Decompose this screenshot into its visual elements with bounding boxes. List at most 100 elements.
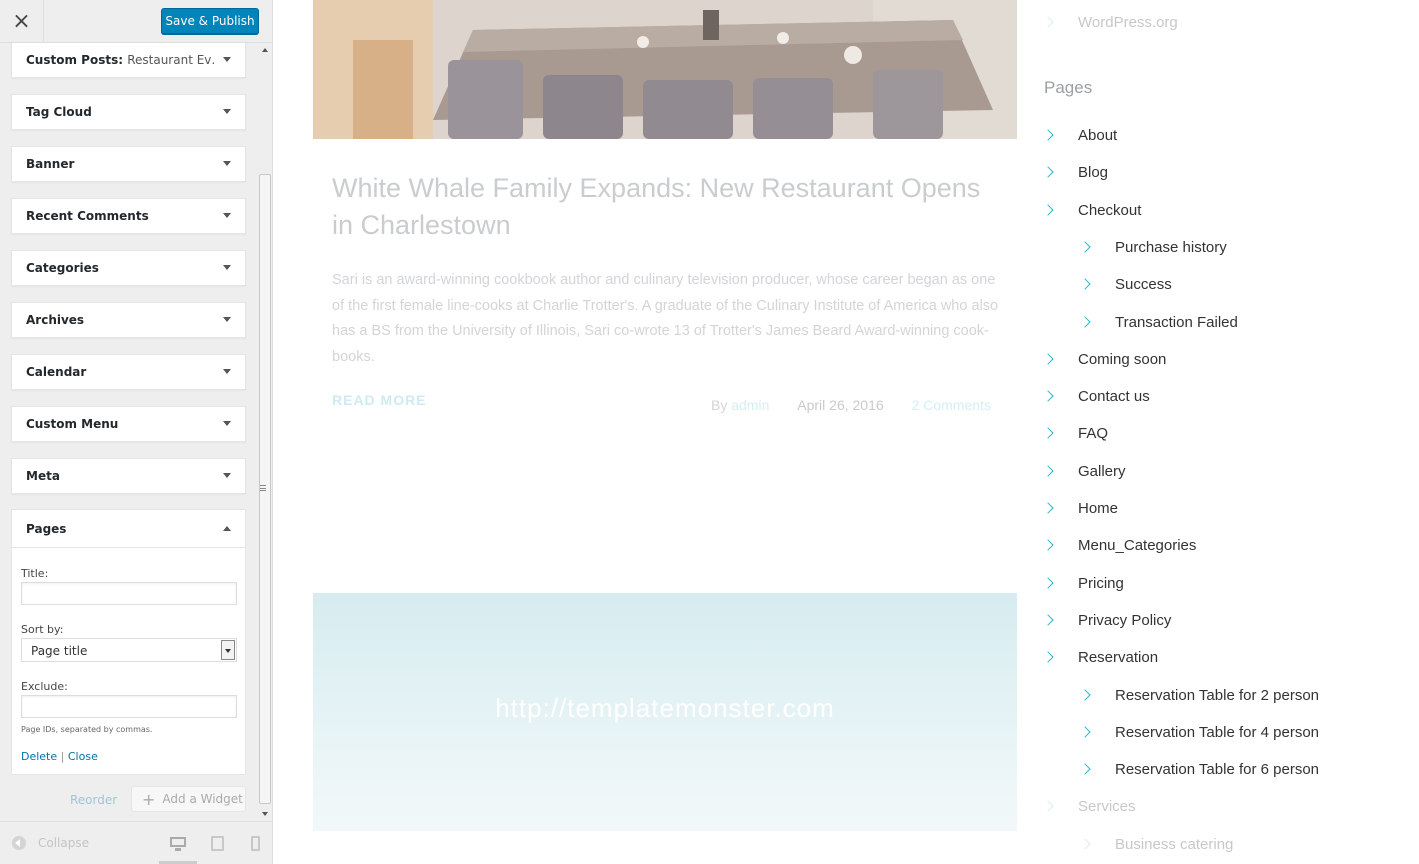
- page-link-label: Menu_Categories: [1078, 536, 1197, 554]
- scroll-down-icon[interactable]: [262, 812, 268, 816]
- page-link-label: Coming soon: [1078, 350, 1167, 368]
- save-publish-button[interactable]: Save & Publish: [161, 8, 259, 34]
- widget-banner[interactable]: Banner: [11, 146, 246, 182]
- page-link[interactable]: Contact us: [1042, 385, 1150, 407]
- widget-title: Pages: [26, 522, 67, 536]
- chevron-right-icon: [1079, 316, 1091, 328]
- page-link[interactable]: Home: [1042, 497, 1119, 519]
- page-link[interactable]: Reservation Table for 2 person: [1079, 684, 1320, 706]
- title-field-label: Title:: [21, 567, 49, 580]
- add-widget-button[interactable]: + Add a Widget: [131, 786, 246, 812]
- author-link[interactable]: admin: [731, 397, 769, 413]
- expand-arrow-icon[interactable]: [223, 109, 231, 114]
- widget-categories[interactable]: Categories: [11, 250, 246, 286]
- chevron-right-icon: [1042, 800, 1054, 812]
- page-link[interactable]: Purchase history: [1079, 236, 1227, 258]
- page-link-label: Gallery: [1078, 462, 1126, 480]
- chevron-right-icon: [1079, 278, 1091, 290]
- page-link[interactable]: Menu_Categories: [1042, 534, 1197, 556]
- expand-arrow-icon[interactable]: [223, 369, 231, 374]
- sidebar-link-wordpress[interactable]: WordPress.org: [1042, 11, 1178, 33]
- page-link-label: Transaction Failed: [1115, 313, 1238, 331]
- banner-widget[interactable]: http://templatemonster.com: [313, 593, 1017, 831]
- widget-custom-posts[interactable]: Custom Posts: Restaurant Ev…: [11, 43, 246, 78]
- banner-url[interactable]: http://templatemonster.com: [313, 693, 1017, 724]
- read-more-link[interactable]: READ MORE: [332, 392, 427, 408]
- page-link-label: Reservation Table for 6 person: [1115, 760, 1320, 778]
- page-link[interactable]: About: [1042, 124, 1117, 146]
- page-link-label: Reservation Table for 2 person: [1115, 686, 1320, 704]
- post-excerpt: Sari is an award-winning cookbook author…: [332, 272, 999, 365]
- widget-archives[interactable]: Archives: [11, 302, 246, 338]
- actions-separator: |: [60, 750, 65, 763]
- collapse-arrow-icon: [12, 836, 26, 850]
- panel-scrollbar[interactable]: [257, 43, 272, 821]
- page-link[interactable]: Pricing: [1042, 572, 1124, 594]
- page-link[interactable]: Transaction Failed: [1079, 311, 1238, 333]
- chevron-right-icon: [1042, 204, 1054, 216]
- page-link[interactable]: Reservation: [1042, 646, 1158, 668]
- expand-arrow-icon[interactable]: [223, 421, 231, 426]
- expand-arrow-icon[interactable]: [223, 473, 231, 478]
- collapse-arrow-icon[interactable]: [223, 526, 231, 531]
- reorder-link[interactable]: Reorder: [70, 793, 117, 807]
- desktop-icon[interactable]: [168, 834, 188, 854]
- exclude-label: Exclude:: [21, 680, 68, 693]
- page-link[interactable]: Reservation Table for 6 person: [1079, 758, 1320, 780]
- page-link[interactable]: FAQ: [1042, 422, 1108, 444]
- scroll-up-icon[interactable]: [262, 48, 268, 52]
- expand-arrow-icon[interactable]: [223, 161, 231, 166]
- customizer-sidebar: × Save & Publish Custom Posts: Restauran…: [0, 0, 273, 864]
- post-featured-image[interactable]: [313, 0, 1017, 139]
- chevron-right-icon: [1042, 16, 1054, 28]
- post-title[interactable]: White Whale Family Expands: New Restaura…: [332, 170, 1002, 244]
- sort-by-value: Page title: [31, 644, 88, 658]
- widget-calendar[interactable]: Calendar: [11, 354, 246, 390]
- widget-custom-menu[interactable]: Custom Menu: [11, 406, 246, 442]
- page-link-label: Checkout: [1078, 201, 1142, 219]
- chevron-right-icon: [1042, 502, 1054, 514]
- expand-arrow-icon[interactable]: [223, 317, 231, 322]
- tablet-icon[interactable]: [208, 834, 228, 854]
- expand-arrow-icon[interactable]: [223, 57, 231, 62]
- page-link-label: Home: [1078, 499, 1119, 517]
- chevron-right-icon: [1042, 614, 1054, 626]
- collapse-button[interactable]: Collapse: [12, 836, 89, 850]
- page-link[interactable]: Gallery: [1042, 460, 1126, 482]
- page-link[interactable]: Business catering: [1079, 833, 1233, 855]
- exclude-input[interactable]: [21, 695, 237, 718]
- chevron-right-icon: [1079, 241, 1091, 253]
- page-link[interactable]: Privacy Policy: [1042, 609, 1171, 631]
- page-link[interactable]: Success: [1079, 273, 1172, 295]
- chevron-right-icon: [1079, 689, 1091, 701]
- page-link[interactable]: Reservation Table for 4 person: [1079, 721, 1319, 743]
- widget-recent-comments[interactable]: Recent Comments: [11, 198, 246, 234]
- widget-tag-cloud[interactable]: Tag Cloud: [11, 94, 246, 130]
- dropdown-arrow-icon[interactable]: [221, 640, 235, 660]
- expand-arrow-icon[interactable]: [223, 213, 231, 218]
- add-widget-label: Add a Widget: [162, 792, 243, 806]
- chevron-right-icon: [1042, 539, 1054, 551]
- mobile-icon[interactable]: [247, 834, 267, 854]
- page-link[interactable]: Services: [1042, 795, 1136, 817]
- widget-meta[interactable]: Meta: [11, 458, 246, 494]
- page-link-label: Success: [1115, 275, 1172, 293]
- expand-arrow-icon[interactable]: [223, 265, 231, 270]
- sort-by-select[interactable]: Page title: [21, 638, 237, 662]
- widget-pages-header[interactable]: Pages: [12, 510, 245, 548]
- widget-title: Recent Comments: [26, 209, 149, 223]
- exclude-hint: Page IDs, separated by commas.: [21, 725, 153, 734]
- widget-title: Custom Menu: [26, 417, 119, 431]
- page-link[interactable]: Coming soon: [1042, 348, 1167, 370]
- page-link[interactable]: Checkout: [1042, 199, 1142, 221]
- post-meta: By admin April 26, 2016 2 Comments: [711, 397, 999, 413]
- close-widget-link[interactable]: Close: [68, 750, 98, 763]
- page-link-label: Purchase history: [1115, 238, 1227, 256]
- page-link[interactable]: Blog: [1042, 161, 1108, 183]
- comments-link[interactable]: 2 Comments: [912, 397, 991, 413]
- delete-widget-link[interactable]: Delete: [21, 750, 57, 763]
- close-customizer-button[interactable]: ×: [0, 0, 44, 43]
- widget-title: Calendar: [26, 365, 87, 379]
- title-input[interactable]: [21, 582, 237, 605]
- chevron-right-icon: [1042, 390, 1054, 402]
